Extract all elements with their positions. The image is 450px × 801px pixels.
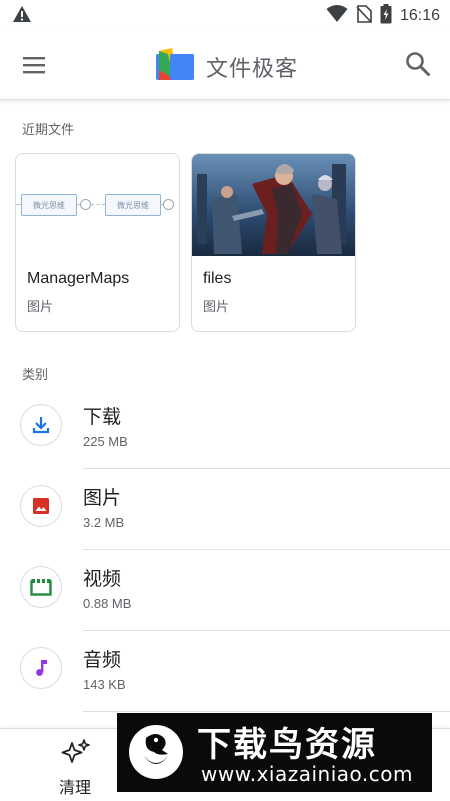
category-title: 视频 (83, 569, 122, 590)
nav-clean-tab[interactable]: 清理 (50, 739, 100, 798)
category-item-images[interactable]: 图片 3.2 MB (0, 469, 450, 550)
app-bar: 文件极客 (0, 32, 450, 100)
recent-files-row: 微光思维 微光思维 ManagerMaps 图片 files 图片 (15, 153, 356, 332)
status-time: 16:16 (399, 7, 440, 24)
mindmap-node: 微光思维 (105, 194, 161, 216)
wifi-icon (326, 4, 348, 28)
watermark-title: 下载鸟资源 (197, 725, 377, 765)
no-sim-icon (356, 4, 372, 28)
mindmap-thumbnail: 微光思维 微光思维 (16, 154, 179, 256)
battery-icon (380, 3, 392, 29)
alert-icon (12, 5, 32, 28)
category-title: 图片 (83, 488, 122, 509)
recent-file-card-managermaps[interactable]: 微光思维 微光思维 ManagerMaps 图片 (15, 153, 180, 332)
recent-file-type: 图片 (203, 299, 230, 314)
status-bar: 16:16 (0, 0, 450, 32)
search-icon[interactable] (404, 50, 432, 78)
category-item-videos[interactable]: 视频 0.88 MB (0, 550, 450, 631)
bird-logo-icon (129, 725, 183, 779)
recent-file-name: ManagerMaps (27, 270, 130, 287)
recent-file-type: 图片 (27, 299, 54, 314)
download-icon (20, 404, 62, 446)
nav-clean-label: 清理 (58, 780, 91, 797)
mindmap-collapse-icon (163, 199, 174, 210)
hamburger-menu-icon[interactable] (22, 52, 48, 78)
category-list: 下载 225 MB 图片 3.2 MB 视频 0.88 MB 音频 143 KB (0, 388, 450, 712)
recent-file-card-files[interactable]: files 图片 (191, 153, 356, 332)
category-item-downloads[interactable]: 下载 225 MB (0, 388, 450, 469)
category-title: 音频 (83, 650, 122, 671)
category-title: 下载 (83, 407, 122, 428)
divider (83, 711, 450, 712)
mindmap-collapse-icon (80, 199, 91, 210)
category-size: 0.88 MB (83, 596, 132, 611)
category-size: 225 MB (83, 434, 128, 449)
recent-section-label: 近期文件 (22, 122, 75, 137)
image-icon (20, 485, 62, 527)
game-art-thumbnail (192, 154, 355, 256)
mindmap-node: 微光思维 (21, 194, 77, 216)
recent-file-name: files (203, 270, 232, 287)
files-logo-icon (156, 48, 194, 85)
sparkle-icon (59, 739, 91, 769)
app-brand: 文件极客 (156, 48, 298, 85)
music-note-icon (20, 647, 62, 689)
video-icon (20, 566, 62, 608)
watermark-url: www.xiazainiao.com (201, 762, 413, 786)
category-size: 3.2 MB (83, 515, 125, 530)
categories-section-label: 类别 (22, 367, 49, 382)
category-item-audio[interactable]: 音频 143 KB (0, 631, 450, 712)
app-title: 文件极客 (206, 55, 299, 81)
category-size: 143 KB (83, 677, 126, 692)
watermark-banner: 下载鸟资源 www.xiazainiao.com (117, 713, 432, 792)
